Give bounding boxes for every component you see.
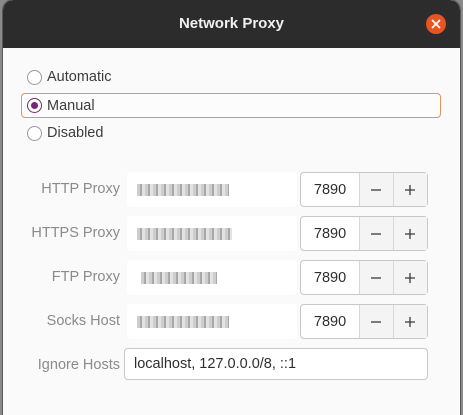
ftp-proxy-host-input[interactable] [127,260,297,295]
port-value[interactable]: 7890 [301,305,361,338]
redacted-host [137,316,229,328]
socks-port-spinner[interactable]: 7890 [300,304,428,339]
close-button[interactable] [426,14,446,34]
mode-label: Manual [47,97,95,114]
https-proxy-host-input[interactable] [127,216,297,251]
title-bar[interactable]: Network Proxy [3,0,460,48]
https-proxy-port-spinner[interactable]: 7890 [300,216,428,251]
increment-button[interactable] [393,261,427,294]
ignore-hosts-input[interactable]: localhost, 127.0.0.0/8, ::1 [124,348,428,380]
plus-icon [405,228,416,239]
ftp-proxy-label: FTP Proxy [51,269,120,285]
increment-button[interactable] [393,173,427,206]
socks-host-input[interactable] [127,304,297,339]
port-value[interactable]: 7890 [301,261,361,294]
mode-automatic-option[interactable]: Automatic [27,65,111,89]
mode-label: Disabled [47,125,104,141]
radio-button[interactable] [27,125,42,141]
minus-icon [371,320,382,323]
close-icon [431,19,441,29]
http-proxy-host-input[interactable] [127,172,297,207]
redacted-host [137,184,229,196]
decrement-button[interactable] [360,217,394,250]
ignore-hosts-label: Ignore Hosts [37,357,120,373]
https-proxy-label: HTTPS Proxy [31,225,120,241]
mode-manual-option[interactable]: Manual [21,93,441,118]
mode-label: Automatic [47,69,112,85]
minus-icon [371,276,382,279]
minus-icon [371,232,382,235]
network-proxy-dialog: Network Proxy Automatic Manual Disabled … [3,0,460,415]
plus-icon [405,184,416,195]
minus-icon [371,188,382,191]
port-value[interactable]: 7890 [301,217,361,250]
decrement-button[interactable] [360,305,394,338]
http-proxy-label: HTTP Proxy [41,181,120,197]
redacted-host [137,228,232,240]
increment-button[interactable] [393,305,427,338]
increment-button[interactable] [393,217,427,250]
plus-icon [405,272,416,283]
http-proxy-port-spinner[interactable]: 7890 [300,172,428,207]
radio-button-checked[interactable] [27,98,42,113]
ftp-proxy-port-spinner[interactable]: 7890 [300,260,428,295]
socks-host-label: Socks Host [46,313,120,329]
plus-icon [405,316,416,327]
redacted-host [141,272,217,284]
decrement-button[interactable] [360,173,394,206]
dialog-title: Network Proxy [178,15,285,32]
decrement-button[interactable] [360,261,394,294]
mode-disabled-option[interactable]: Disabled [27,121,103,145]
radio-button[interactable] [27,69,42,85]
port-value[interactable]: 7890 [301,173,361,206]
